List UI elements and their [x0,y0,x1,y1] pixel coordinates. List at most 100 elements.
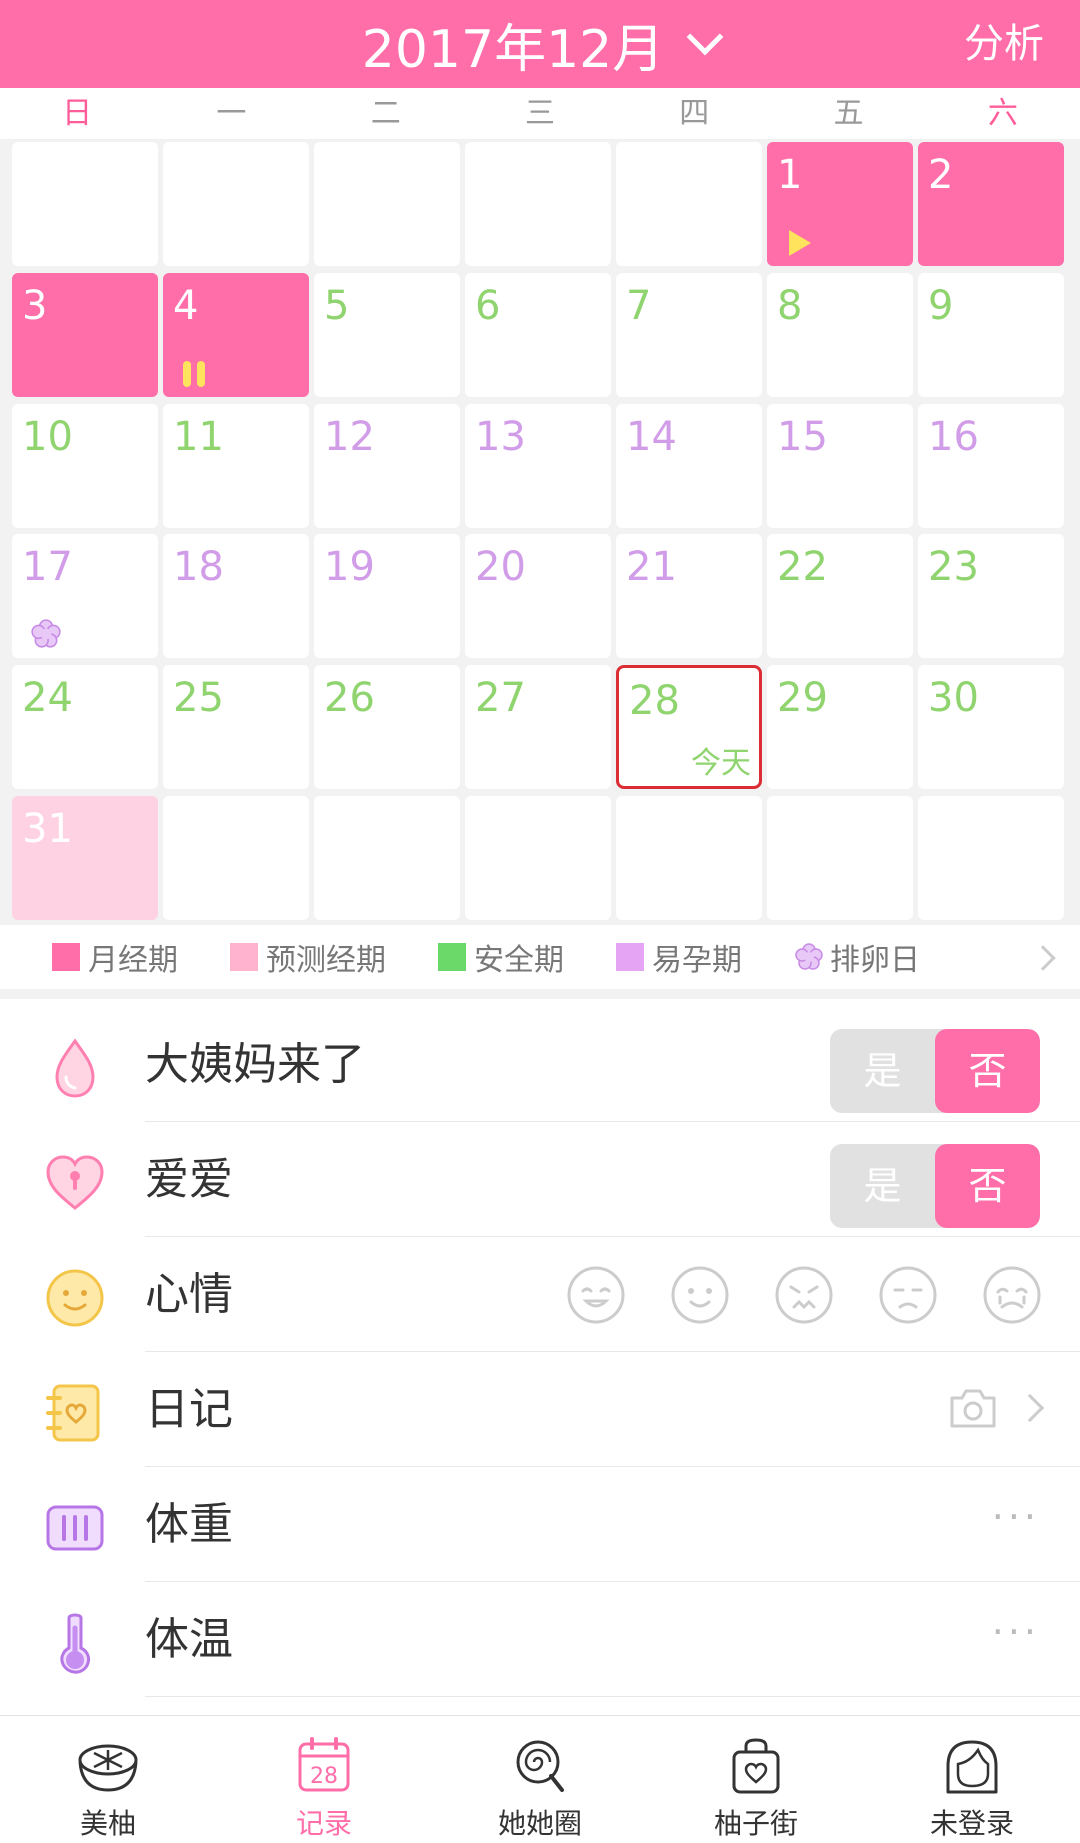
record-mood: 心情 [0,1237,1080,1352]
weekday-mon: 一 [216,96,247,131]
top-bar: 2017年12月 分析 [0,0,1080,88]
mood-options [522,1265,1042,1325]
bag-icon [732,1738,780,1794]
more-icon[interactable]: ··· [992,1467,1040,1582]
calendar-day[interactable]: 26 [314,665,460,789]
calendar-day[interactable]: 16 [918,404,1064,528]
record-temperature-label: 体温 [145,1614,233,1665]
drop-icon [55,1038,95,1098]
love-no-option[interactable]: 否 [935,1144,1040,1228]
calendar-day[interactable]: 10 [12,404,158,528]
calendar-day[interactable]: 5 [314,273,460,397]
calendar-day[interactable]: 11 [163,404,309,528]
tab-meiyou[interactable]: 美柚 [0,1716,216,1843]
day-number: 12 [324,414,375,460]
tab-profile[interactable]: 未登录 [864,1716,1080,1843]
camera-icon[interactable] [948,1386,998,1430]
calendar-day[interactable]: 8 [767,273,913,397]
day-number: 3 [22,283,48,329]
calendar-day[interactable]: 9 [918,273,1064,397]
month-selector[interactable]: 2017年12月 [0,0,1080,88]
day-number: 10 [22,414,73,460]
smile-face-icon[interactable] [670,1265,730,1325]
period-no-option[interactable]: 否 [935,1029,1040,1113]
calendar-day[interactable]: 24 [12,665,158,789]
calendar-day[interactable]: 3 [12,273,158,397]
record-diary-label: 日记 [145,1384,233,1435]
calendar-day[interactable]: 30 [918,665,1064,789]
weekday-tue: 二 [370,96,401,131]
legend-predicted: 预测经期 [230,935,386,979]
tab-circle[interactable]: 她她圈 [432,1716,648,1843]
calendar-day[interactable]: 13 [465,404,611,528]
calendar-grid: 1 2 3 4 5 6 7 8 9 10 11 12 13 14 15 16 17 18 19 20 21 22 23 24 2… [0,140,1080,925]
record-weight[interactable]: 体重 ··· [0,1467,1080,1582]
day-number: 14 [626,414,677,460]
period-toggle[interactable]: 是 否 [830,1029,1040,1113]
day-number: 5 [324,283,350,329]
calendar-day-today[interactable]: 28 今天 [616,665,762,789]
chevron-right-icon[interactable] [1015,1393,1045,1423]
calendar-day[interactable]: 17 [12,534,158,658]
calendar-day[interactable]: 7 [616,273,762,397]
calendar-day[interactable]: 22 [767,534,913,658]
calendar-day[interactable]: 18 [163,534,309,658]
calendar-day[interactable]: 20 [465,534,611,658]
tab-records[interactable]: 28 记录 [216,1716,432,1843]
lollipop-icon [516,1740,564,1792]
day-number: 20 [475,544,526,590]
calendar-day[interactable]: 21 [616,534,762,658]
calendar-day[interactable]: 23 [918,534,1064,658]
day-number: 6 [475,283,501,329]
legend-safe: 安全期 [438,935,564,979]
calendar-day[interactable]: 4 [163,273,309,397]
legend-safe-swatch [438,943,466,971]
calendar-empty-cell [163,142,309,266]
calendar-day[interactable]: 14 [616,404,762,528]
record-period: 大姨妈来了 是 否 [0,1007,1080,1122]
calendar-day[interactable]: 12 [314,404,460,528]
analysis-button[interactable]: 分析 [964,0,1044,88]
legend-predicted-swatch [230,943,258,971]
chevron-down-icon[interactable] [686,18,724,56]
legend-fertile-swatch [616,943,644,971]
love-toggle[interactable]: 是 否 [830,1144,1040,1228]
day-number: 8 [777,283,803,329]
unhappy-face-icon[interactable] [878,1265,938,1325]
month-title[interactable]: 2017年12月 [362,7,665,82]
calendar-day[interactable]: 27 [465,665,611,789]
weekday-header: 日 一 二 三 四 五 六 [0,88,1080,140]
record-diary[interactable]: 日记 [0,1352,1080,1467]
play-icon [789,230,811,256]
day-number: 1 [777,152,803,198]
love-yes-option[interactable]: 是 [830,1144,935,1228]
happy-face-icon[interactable] [566,1265,626,1325]
calendar-day[interactable]: 19 [314,534,460,658]
tab-profile-label: 未登录 [929,1807,1014,1840]
calendar-day[interactable]: 29 [767,665,913,789]
calendar-empty-cell [616,142,762,266]
more-icon[interactable]: ··· [992,1582,1040,1697]
tab-shop[interactable]: 柚子街 [648,1716,864,1843]
calendar-day[interactable]: 15 [767,404,913,528]
day-number: 19 [324,544,375,590]
calendar-day[interactable]: 25 [163,665,309,789]
chevron-right-icon[interactable] [1030,945,1056,971]
calendar-empty-cell [314,796,460,920]
period-yes-option[interactable]: 是 [830,1029,935,1113]
day-number: 18 [173,544,224,590]
legend[interactable]: 月经期 预测经期 安全期 易孕期 排卵日 [0,925,1080,999]
record-temperature[interactable]: 体温 ··· [0,1582,1080,1697]
calendar-day[interactable]: 31 [12,796,158,920]
day-number: 22 [777,544,828,590]
calendar-empty-cell [12,142,158,266]
calendar-day[interactable]: 6 [465,273,611,397]
calendar-day[interactable]: 2 [918,142,1064,266]
weekday-fri: 五 [833,96,864,131]
day-number: 21 [626,544,677,590]
crying-face-icon[interactable] [982,1265,1042,1325]
sad-face-icon[interactable] [774,1265,834,1325]
calendar-day[interactable]: 1 [767,142,913,266]
today-label: 今天 [691,746,751,781]
calendar-empty-cell [465,142,611,266]
